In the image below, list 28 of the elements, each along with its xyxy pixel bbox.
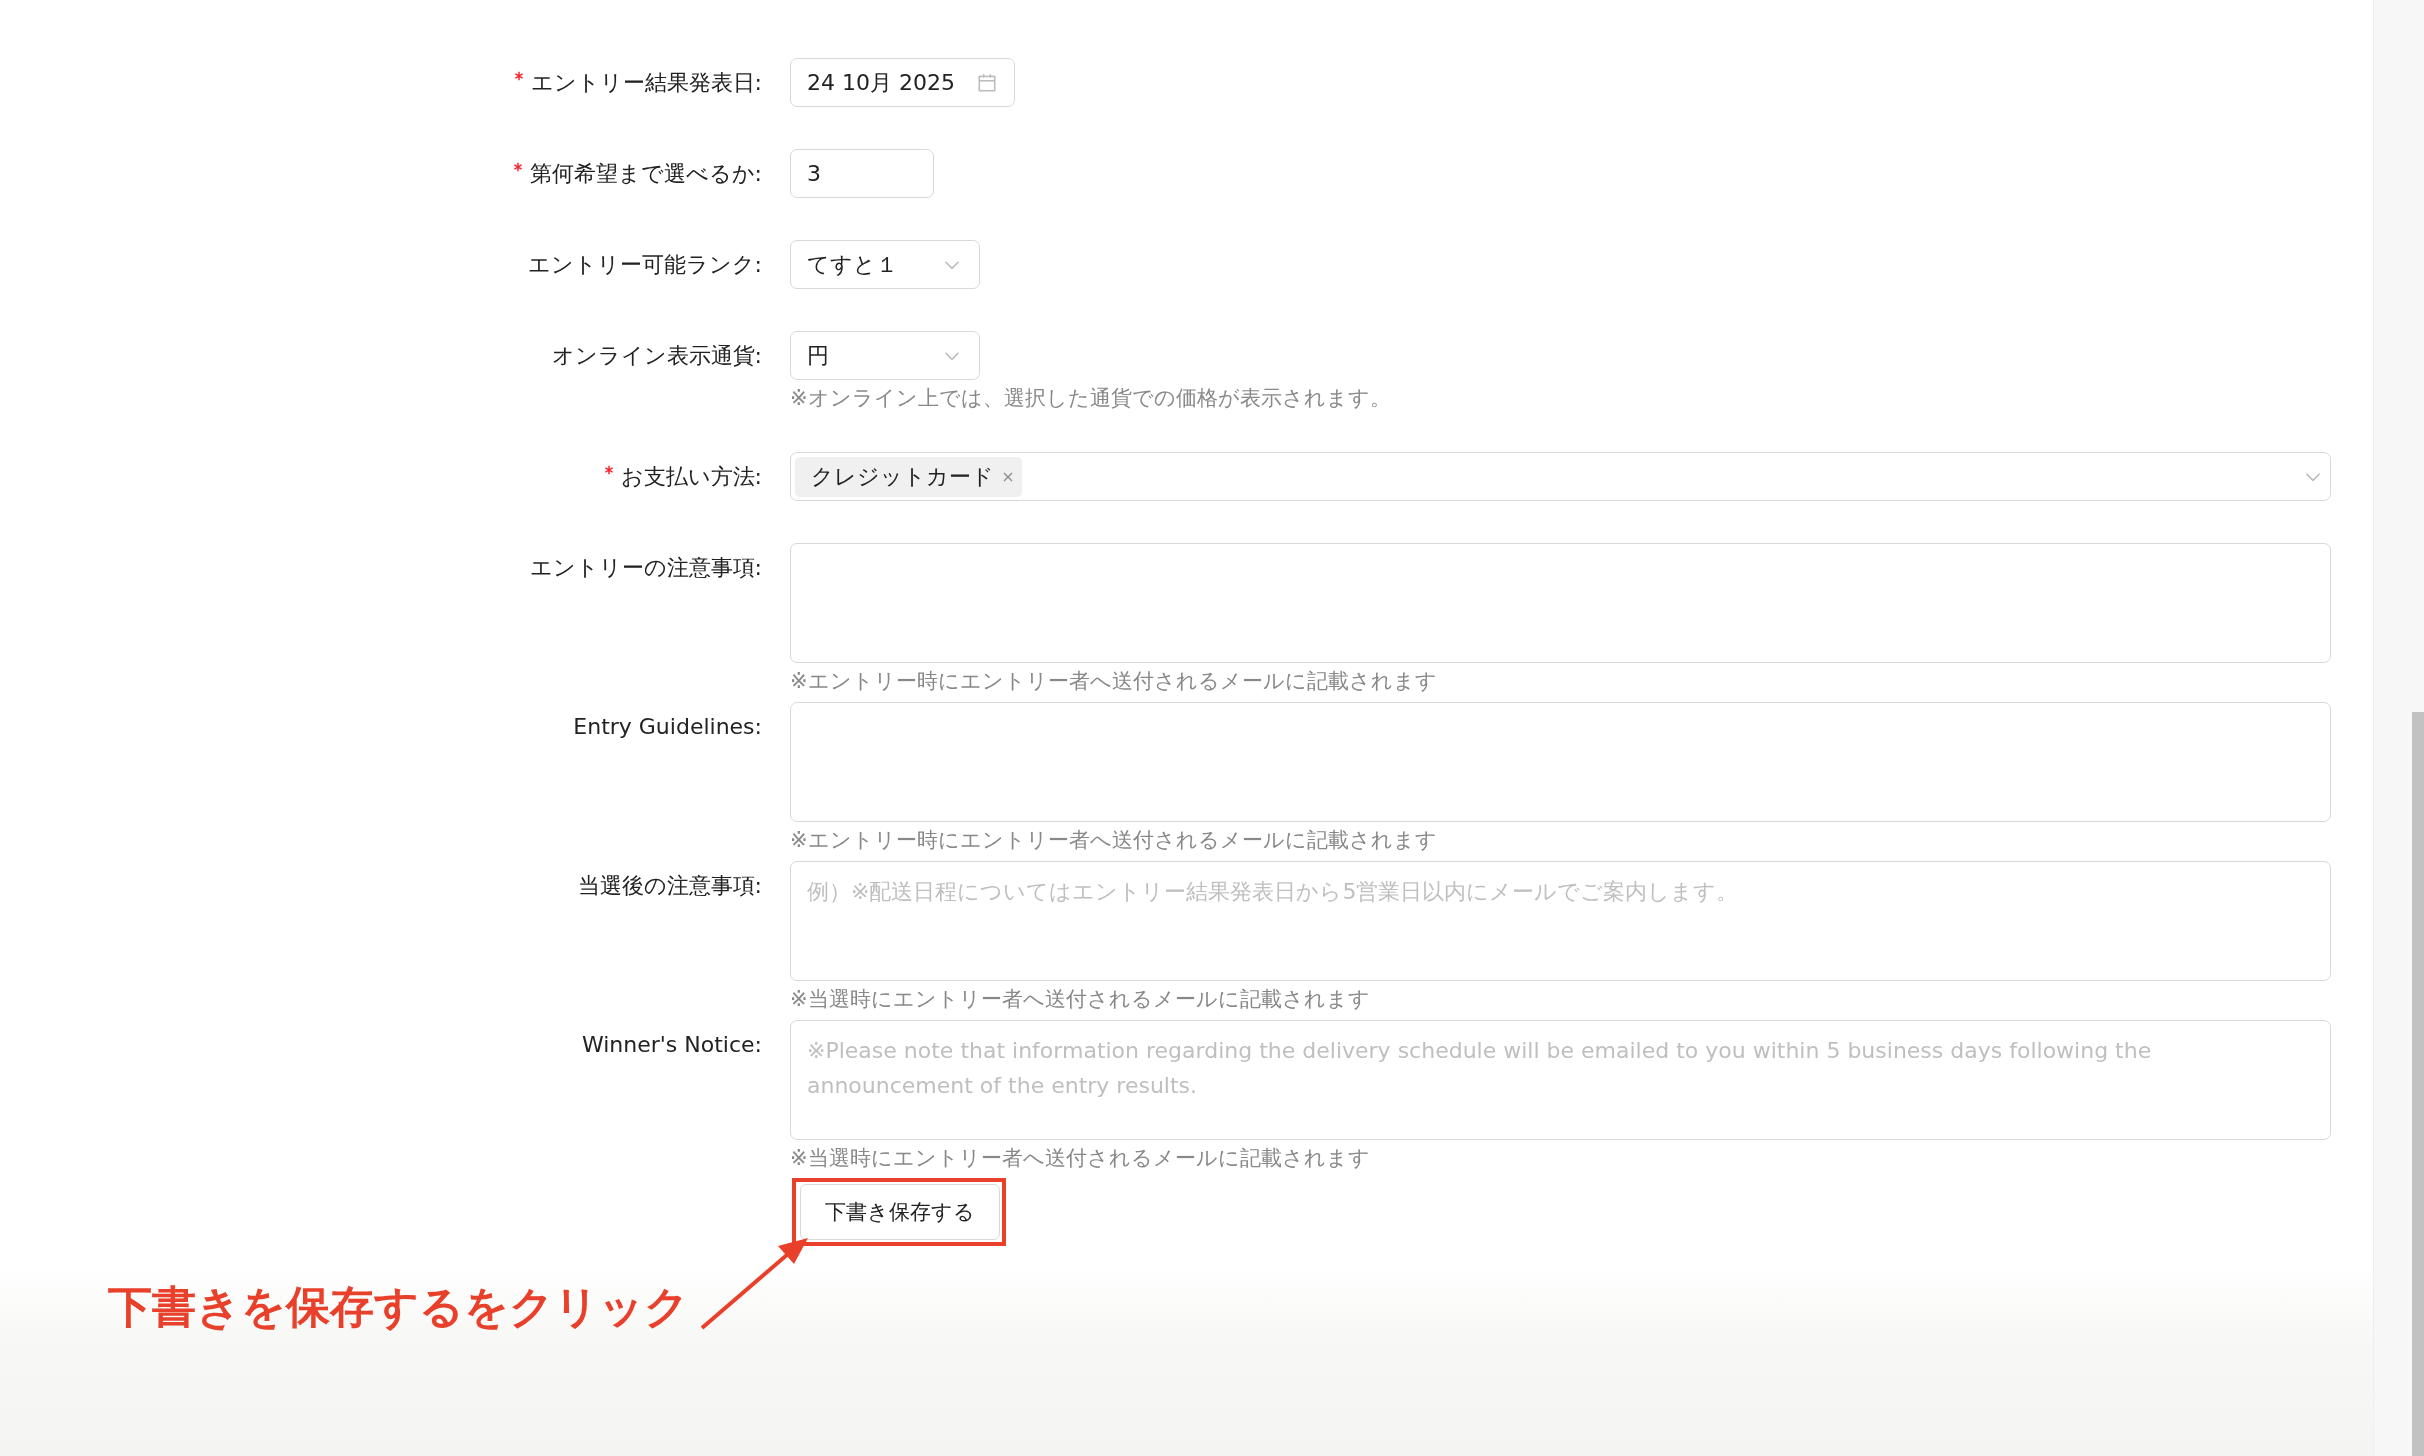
date-field[interactable]: 24 10月 2025 [790,58,1015,107]
number-field[interactable]: 3 [790,149,934,198]
text-area[interactable]: 例）※配送日程についてはエントリー結果発表日から5営業日以内にメールでご案内します。 [790,861,2331,981]
text-area[interactable] [790,543,2331,663]
dropdown[interactable]: てすと１ [790,240,980,289]
multi-select-field[interactable]: クレジットカード [790,452,2331,501]
field-label: エントリー結果発表日: [530,68,762,97]
help-text: ※エントリー時にエントリー者へ送付されるメールに記載されます [790,828,1437,852]
field-label: エントリーの注意事項: [529,553,762,582]
calendar-icon [976,71,998,94]
scrollbar-thumb[interactable] [2412,712,2424,1456]
field-label: 第何希望まで選べるか: [529,159,762,188]
help-text: ※当選時にエントリー者へ送付されるメールに記載されます [790,987,1370,1011]
text-area[interactable]: ※Please note that information regarding the delivery schedule will be emailed to you within 5 business days following the announcement of the entry results. [790,1020,2331,1140]
text-area[interactable] [790,702,2331,822]
field-label: オンライン表示通貨: [551,341,762,370]
field-label: お支払い方法: [620,462,762,491]
field-label: Entry Guidelines: [573,714,762,739]
dropdown[interactable]: 円 [790,331,980,380]
help-text: ※エントリー時にエントリー者へ送付されるメールに記載されます [790,669,1437,693]
annotation-text: 下書きを保存するをクリック [108,1280,689,1334]
field-label: 当選後の注意事項: [577,871,762,900]
help-text: ※当選時にエントリー者へ送付されるメールに記載されます [790,1146,1370,1170]
field-label: Winner's Notice: [581,1032,762,1057]
save-draft-button[interactable]: 下書き保存する [800,1184,1000,1240]
field-label: エントリー可能ランク: [527,250,762,279]
selected-tag[interactable]: クレジットカード [795,456,1022,497]
help-text: ※オンライン上では、選択した通貨での価格が表示されます。 [790,386,1391,410]
